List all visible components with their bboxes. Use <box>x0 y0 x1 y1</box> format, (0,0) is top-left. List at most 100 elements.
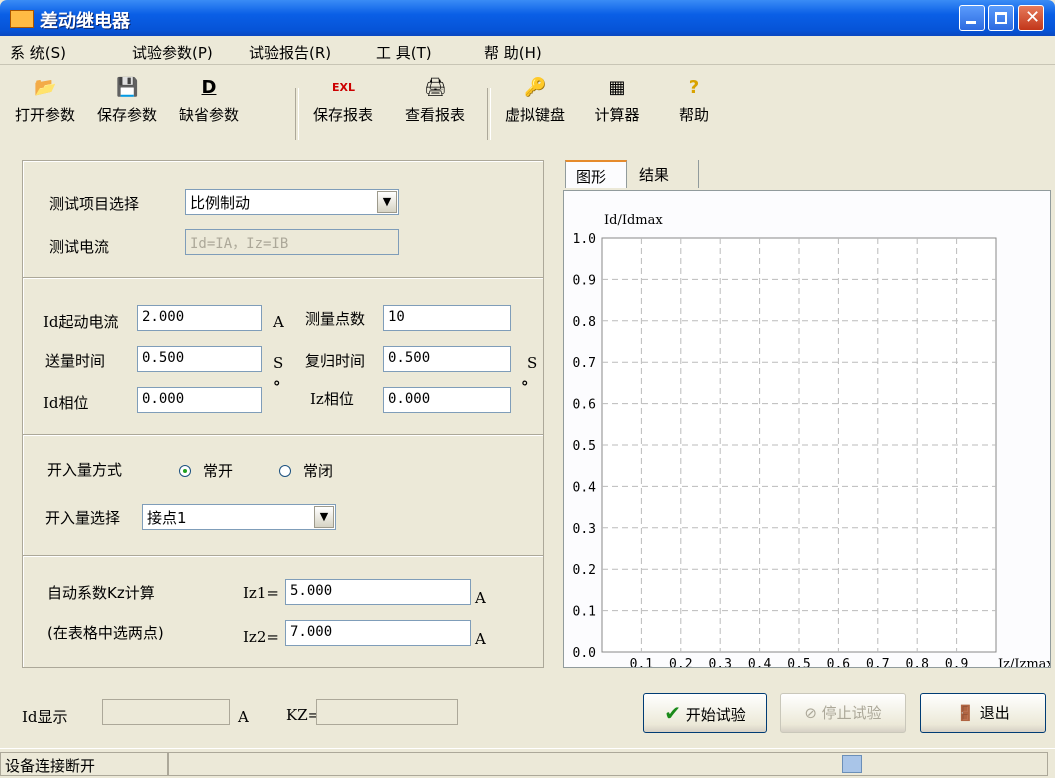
iz-phase-label: Iz相位 <box>310 390 354 408</box>
save-report-label: 保存报表 <box>312 106 373 124</box>
y-tick-label: 0.5 <box>573 439 596 454</box>
y-axis-label: Id/Idmax <box>604 213 663 228</box>
close-button[interactable]: ✕ <box>1018 5 1044 31</box>
minimize-button[interactable] <box>959 5 985 31</box>
status-filler <box>168 752 1048 776</box>
tab-graph[interactable]: 图形 <box>565 160 627 188</box>
menu-bar: 系 统(S) 试验参数(P) 试验报告(R) 工 具(T) 帮 助(H) <box>0 36 1055 65</box>
key-icon: 🔑 <box>524 77 547 98</box>
menu-help[interactable]: 帮 助(H) <box>484 42 542 63</box>
stop-test-button[interactable]: ⊘ 停止试验 <box>780 693 906 733</box>
mode-no-label[interactable]: 常开 <box>203 460 233 481</box>
chevron-down-icon[interactable]: ▼ <box>377 191 397 213</box>
toolbar-separator <box>295 88 299 140</box>
id-start-label: Id起动电流 <box>43 313 119 331</box>
kz-field <box>316 699 458 725</box>
mode-no-radio[interactable] <box>179 465 191 477</box>
reset-time-input[interactable]: 0.500 <box>383 346 511 372</box>
reset-time-unit: S <box>527 354 538 372</box>
iz1-unit: A <box>475 589 486 607</box>
menu-tools[interactable]: 工 具(T) <box>376 42 432 63</box>
iz-phase-input[interactable]: 0.000 <box>383 387 511 413</box>
excel-icon: EXL <box>332 81 356 94</box>
exit-button[interactable]: 🚪 退出 <box>920 693 1046 733</box>
x-tick-label: 0.8 <box>905 657 928 667</box>
input-select-label: 开入量选择 <box>45 509 121 527</box>
current-params-group: Id起动电流 2.000 A 测量点数 10 送量时间 0.500 S 复归时间… <box>22 277 544 435</box>
points-input[interactable]: 10 <box>383 305 511 331</box>
exit-door-icon: 🚪 <box>956 704 975 722</box>
input-mode-label: 开入量方式 <box>47 461 123 479</box>
status-bar: 设备连接断开 <box>0 748 1055 778</box>
id-display-unit: A <box>238 708 249 726</box>
calculator-button[interactable]: ▦ 计算器 <box>576 78 658 148</box>
input-select[interactable]: 接点1 ▼ <box>142 504 336 530</box>
result-panel: 图形 结果 0.0 0.1 0.2 0.3 0.4 0.5 0.6 0.7 0.8 0.9 1.0 0… <box>563 158 1055 672</box>
test-item-value: 比例制动 <box>190 194 251 212</box>
id-phase-input[interactable]: 0.000 <box>137 387 262 413</box>
y-tick-label: 0.2 <box>573 563 596 578</box>
maximize-icon <box>995 12 1007 24</box>
checkmark-icon: ✔ <box>664 701 681 725</box>
tab-strip: 图形 结果 <box>563 158 1051 192</box>
default-D-icon: D <box>201 77 217 98</box>
test-item-group: 测试项目选择 比例制动 ▼ 测试电流 Id=IA，Iz=IB <box>22 160 544 278</box>
mode-nc-radio[interactable] <box>279 465 291 477</box>
iz-phase-unit: ° <box>521 378 529 396</box>
save-report-button[interactable]: EXL 保存报表 <box>302 78 384 148</box>
id-display-field <box>102 699 230 725</box>
iz1-label: Iz1= <box>243 584 279 602</box>
auto-kz-group: 自动系数Kz计算 (在表格中选两点) Iz1= 5.000 A Iz2= 7.0… <box>22 555 544 668</box>
x-tick-label: 0.6 <box>827 657 850 667</box>
default-params-button[interactable]: D 缺省参数 <box>168 78 250 148</box>
window-title: 差动继电器 <box>40 11 130 32</box>
exit-label: 退出 <box>979 704 1010 722</box>
differential-characteristic-chart: 0.0 0.1 0.2 0.3 0.4 0.5 0.6 0.7 0.8 0.9 1.0 0.1 0.2 0… <box>573 213 1055 672</box>
y-tick-label: 0.7 <box>573 356 596 371</box>
printer-icon: 🖨 <box>424 77 447 98</box>
test-item-select[interactable]: 比例制动 ▼ <box>185 189 399 215</box>
x-axis-label: Iz/Izmax <box>998 657 1050 667</box>
chevron-down-icon[interactable]: ▼ <box>314 506 334 528</box>
view-report-button[interactable]: 🖨 查看报表 <box>394 78 476 148</box>
maximize-button[interactable] <box>988 5 1014 31</box>
virtual-keyboard-button[interactable]: 🔑 虚拟键盘 <box>494 78 576 148</box>
test-item-label: 测试项目选择 <box>49 195 140 213</box>
stop-icon: ⊘ <box>804 704 817 722</box>
tab-result[interactable]: 结果 <box>629 160 699 188</box>
menu-system[interactable]: 系 统(S) <box>10 42 66 63</box>
folder-open-icon: 📂 <box>34 77 57 98</box>
open-params-button[interactable]: 📂 打开参数 <box>4 78 86 148</box>
y-tick-label: 0.6 <box>573 398 596 413</box>
view-report-label: 查看报表 <box>404 106 465 124</box>
floppy-disk-icon: 💾 <box>116 77 139 98</box>
id-display-label: Id显示 <box>22 708 68 726</box>
id-start-input[interactable]: 2.000 <box>137 305 262 331</box>
help-button[interactable]: ? 帮助 <box>653 78 735 148</box>
menu-test-report[interactable]: 试验报告(R) <box>249 42 331 63</box>
status-connection-icon <box>842 755 862 773</box>
menu-test-params[interactable]: 试验参数(P) <box>132 42 213 63</box>
iz2-input[interactable]: 7.000 <box>285 620 471 646</box>
default-params-label: 缺省参数 <box>178 106 239 124</box>
send-time-label: 送量时间 <box>45 352 106 370</box>
iz1-input[interactable]: 5.000 <box>285 579 471 605</box>
save-params-button[interactable]: 💾 保存参数 <box>86 78 168 148</box>
send-time-input[interactable]: 0.500 <box>137 346 262 372</box>
test-current-field: Id=IA，Iz=IB <box>185 229 399 255</box>
input-mode-group: 开入量方式 常开 常闭 开入量选择 接点1 ▼ <box>22 434 544 556</box>
close-icon: ✕ <box>1025 7 1041 28</box>
calculator-label: 计算器 <box>594 106 640 124</box>
y-tick-label: 0.8 <box>573 315 596 330</box>
start-test-button[interactable]: ✔ 开始试验 <box>643 693 767 733</box>
start-test-label: 开始试验 <box>685 706 746 724</box>
y-tick-label: 0.9 <box>573 273 596 288</box>
input-select-value: 接点1 <box>147 509 187 527</box>
chart-area: 0.0 0.1 0.2 0.3 0.4 0.5 0.6 0.7 0.8 0.9 1.0 0.1 0.2 0… <box>563 190 1055 672</box>
calculator-icon: ▦ <box>608 77 626 98</box>
x-tick-label: 0.5 <box>787 657 810 667</box>
mode-nc-label[interactable]: 常闭 <box>303 460 333 481</box>
x-tick-label: 0.9 <box>945 657 968 667</box>
iz2-label: Iz2= <box>243 628 279 646</box>
x-tick-label: 0.7 <box>866 657 889 667</box>
